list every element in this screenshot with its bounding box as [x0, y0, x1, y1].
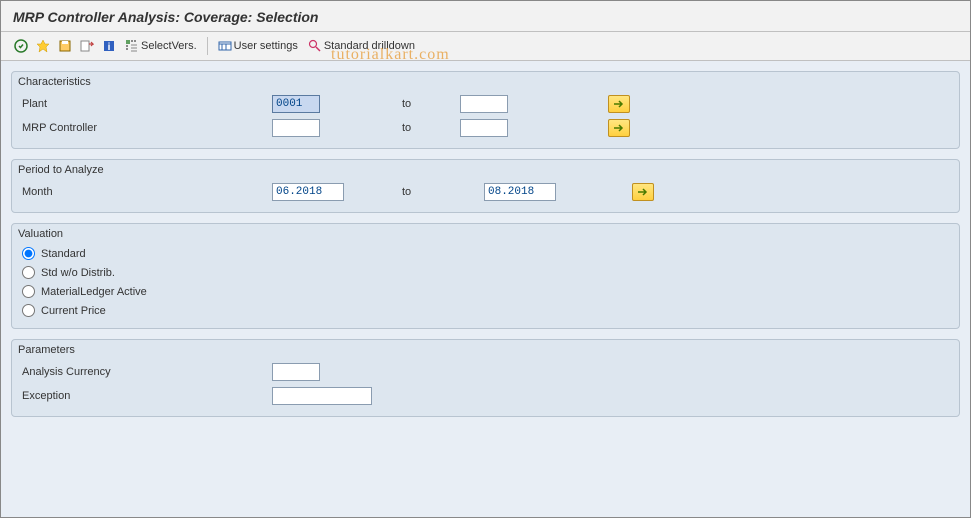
mrp-to-label: to [320, 122, 460, 134]
exception-input[interactable] [272, 387, 372, 405]
mrp-range-button[interactable] [608, 119, 630, 137]
toolbar-separator-1 [207, 37, 208, 55]
month-range-button[interactable] [632, 183, 654, 201]
radio-standard-label[interactable]: Standard [41, 248, 86, 260]
toolbar: i SelectVers. User settings Standard dri… [1, 32, 970, 61]
radio-ml-active[interactable] [22, 285, 35, 298]
row-month: Month to [14, 180, 957, 204]
variant-get-icon[interactable] [77, 36, 97, 56]
mrp-label: MRP Controller [22, 122, 272, 134]
standard-drilldown-label: Standard drilldown [324, 40, 415, 52]
select-vers-button[interactable]: SelectVers. [121, 37, 201, 55]
currency-label: Analysis Currency [22, 366, 272, 378]
radio-current-price-label[interactable]: Current Price [41, 305, 106, 317]
month-label: Month [22, 186, 272, 198]
page-title: MRP Controller Analysis: Coverage: Selec… [13, 9, 958, 25]
group-valuation: Valuation Standard Std w/o Distrib. Mate… [11, 223, 960, 329]
month-to-input[interactable] [484, 183, 556, 201]
variant-icon[interactable] [33, 36, 53, 56]
mrp-from-input[interactable] [272, 119, 320, 137]
standard-drilldown-button[interactable]: Standard drilldown [304, 37, 419, 55]
radio-row-ml: MaterialLedger Active [14, 282, 957, 301]
plant-from-input[interactable] [272, 95, 320, 113]
title-bar: MRP Controller Analysis: Coverage: Selec… [1, 1, 970, 32]
user-settings-label: User settings [234, 40, 298, 52]
info-icon[interactable]: i [99, 36, 119, 56]
radio-std-wo-label[interactable]: Std w/o Distrib. [41, 267, 115, 279]
mrp-to-input[interactable] [460, 119, 508, 137]
month-to-label: to [344, 186, 484, 198]
radio-standard[interactable] [22, 247, 35, 260]
plant-label: Plant [22, 98, 272, 110]
plant-range-button[interactable] [608, 95, 630, 113]
content-area: Characteristics Plant to MRP Controller … [1, 61, 970, 517]
execute-icon[interactable] [11, 36, 31, 56]
group-period-title: Period to Analyze [14, 162, 957, 180]
group-period: Period to Analyze Month to [11, 159, 960, 213]
row-mrp-controller: MRP Controller to [14, 116, 957, 140]
radio-current-price[interactable] [22, 304, 35, 317]
svg-text:i: i [108, 42, 111, 53]
user-settings-button[interactable]: User settings [214, 37, 302, 55]
radio-row-standard: Standard [14, 244, 957, 263]
radio-row-stdwo: Std w/o Distrib. [14, 263, 957, 282]
month-from-input[interactable] [272, 183, 344, 201]
group-characteristics-title: Characteristics [14, 74, 957, 92]
row-plant: Plant to [14, 92, 957, 116]
save-icon[interactable] [55, 36, 75, 56]
radio-std-wo[interactable] [22, 266, 35, 279]
currency-input[interactable] [272, 363, 320, 381]
group-parameters: Parameters Analysis Currency Exception [11, 339, 960, 417]
group-parameters-title: Parameters [14, 342, 957, 360]
exception-label: Exception [22, 390, 272, 402]
plant-to-label: to [320, 98, 460, 110]
group-valuation-title: Valuation [14, 226, 957, 244]
select-vers-label: SelectVers. [141, 40, 197, 52]
plant-to-input[interactable] [460, 95, 508, 113]
row-currency: Analysis Currency [14, 360, 957, 384]
radio-ml-active-label[interactable]: MaterialLedger Active [41, 286, 147, 298]
group-characteristics: Characteristics Plant to MRP Controller … [11, 71, 960, 149]
row-exception: Exception [14, 384, 957, 408]
radio-row-current: Current Price [14, 301, 957, 320]
